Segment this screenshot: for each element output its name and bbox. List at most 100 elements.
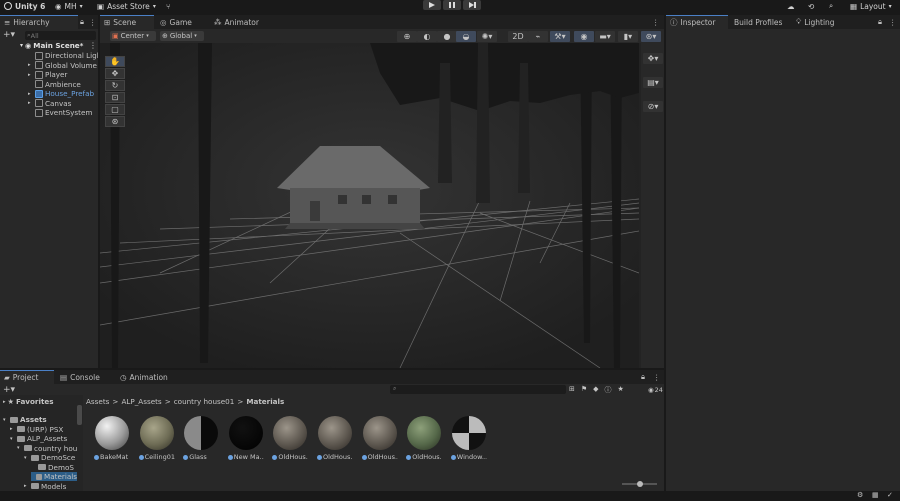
scene-more-icon[interactable]: ⋮ xyxy=(89,41,97,50)
project-tree-item[interactable]: DemoS xyxy=(31,463,74,472)
project-tree-item[interactable]: ▾ DemoSce xyxy=(24,453,75,462)
asset-item[interactable]: New Ma... xyxy=(227,416,264,464)
cloud-icon[interactable]: ☁ xyxy=(787,0,795,12)
lock-icon[interactable]: 🔒︎ xyxy=(80,15,88,29)
project-tree-item[interactable]: ▾ ALP_Assets xyxy=(10,434,67,443)
add-button[interactable]: +▾ xyxy=(3,30,15,40)
project-tree-item[interactable]: ▾ country hou xyxy=(17,444,77,453)
shaded-icon[interactable]: ● xyxy=(437,31,457,42)
audio-toggle-icon[interactable]: ⌁ xyxy=(528,31,548,42)
gizmos-menu-icon[interactable]: ⊛▾ xyxy=(641,31,661,42)
hand-tool-icon[interactable]: ✋ xyxy=(105,56,125,67)
debug-icon[interactable]: ▦ xyxy=(872,491,879,499)
search-by-label-icon[interactable]: ⚑ xyxy=(581,385,587,395)
tools-overlay-icon[interactable]: ⚒▾ xyxy=(550,31,570,42)
camera-settings-icon[interactable]: ▮▾ xyxy=(618,31,638,42)
search-by-type-icon[interactable]: ⊞ xyxy=(569,385,575,395)
snap-icon[interactable]: ✥▾ xyxy=(643,53,663,64)
chevron-down-icon[interactable]: ▾ xyxy=(24,455,29,461)
more-menu-icon[interactable]: ⋮ xyxy=(889,15,899,29)
project-search-input[interactable]: ⌕ xyxy=(390,385,566,394)
pivot-dropdown[interactable]: ▣ Center ▾ xyxy=(110,31,156,41)
breadcrumb-item[interactable]: country house01 xyxy=(174,397,235,406)
2d-toggle-icon[interactable]: 2D xyxy=(508,31,528,42)
asset-item[interactable]: OldHous... xyxy=(406,416,442,464)
asset-item[interactable]: BakeMat xyxy=(94,416,130,464)
lighting-toggle-icon[interactable]: ◐ xyxy=(417,31,437,42)
chevron-right-icon[interactable]: ▸ xyxy=(28,62,33,68)
hierarchy-item[interactable]: ▸ House_Prefab xyxy=(28,89,94,98)
lock-icon[interactable]: 🔒︎ xyxy=(641,370,650,384)
search-icon[interactable]: ⌕ xyxy=(829,0,833,12)
check-icon[interactable]: ✓ xyxy=(887,491,893,499)
hierarchy-item[interactable]: Directional Light xyxy=(28,51,98,60)
rotate-tool-icon[interactable]: ↻ xyxy=(105,80,125,91)
tab-hierarchy[interactable]: ≡ Hierarchy xyxy=(0,15,78,29)
info-icon[interactable]: ⓘ xyxy=(605,385,612,395)
asset-store-menu[interactable]: ▣ Asset Store ▾ xyxy=(97,0,156,12)
account-menu[interactable]: ◉ MH ▾ xyxy=(55,0,83,12)
draw-mode-icon[interactable]: ▬▾ xyxy=(595,31,615,42)
progress-icon[interactable]: ⚙ xyxy=(857,491,863,499)
chevron-right-icon[interactable]: ▸ xyxy=(28,72,33,78)
hierarchy-item[interactable]: ▸ Canvas xyxy=(28,99,71,108)
tab-lighting[interactable]: 💡︎ Lighting xyxy=(792,15,842,29)
asset-item[interactable]: OldHous... xyxy=(317,416,353,464)
project-tree-item[interactable]: ▸ (URP) PSX xyxy=(10,425,63,434)
hierarchy-item[interactable]: ▸ Global Volume xyxy=(28,61,97,70)
create-button[interactable]: +▾ xyxy=(3,385,15,395)
chevron-down-icon[interactable]: ▸ xyxy=(24,483,29,489)
project-tree-item[interactable]: ▾ Assets xyxy=(3,415,47,424)
tab-animation[interactable]: ◷ Animation xyxy=(116,370,182,384)
space-dropdown[interactable]: ⊕ Global ▾ xyxy=(160,31,204,41)
hidden-count[interactable]: ◉ 24 xyxy=(648,386,663,394)
asset-item[interactable]: Window... xyxy=(450,416,487,464)
chevron-right-icon[interactable]: ▸ xyxy=(28,100,33,106)
gizmo-toggle-icon[interactable]: ⊕ xyxy=(397,31,417,42)
chevron-down-icon[interactable]: ▾ xyxy=(17,445,22,451)
tab-build-profiles[interactable]: Build Profiles xyxy=(730,15,790,29)
tree-scrollbar[interactable] xyxy=(77,405,82,425)
hierarchy-search-input[interactable]: ⌕ All xyxy=(25,31,96,40)
asset-item[interactable]: OldHous... xyxy=(361,416,398,464)
asset-item[interactable]: Ceiling01 xyxy=(138,416,175,464)
history-icon[interactable]: ⟲ xyxy=(808,0,814,12)
more-menu-icon[interactable]: ⋮ xyxy=(89,15,97,29)
tab-scene[interactable]: ⊞ Scene xyxy=(100,15,154,29)
transform-tool-icon[interactable]: ⊛ xyxy=(105,116,125,127)
more-menu-icon[interactable]: ⋮ xyxy=(653,370,662,384)
layout-menu[interactable]: ▦ Layout ▾ xyxy=(850,0,892,12)
tab-game[interactable]: ◎ Game xyxy=(156,15,198,29)
chevron-down-icon[interactable]: ▾ xyxy=(10,436,15,442)
zoom-slider-handle[interactable] xyxy=(637,481,643,487)
play-button[interactable] xyxy=(423,0,441,10)
chevron-right-icon[interactable]: ▸ xyxy=(28,91,33,97)
project-tree-item[interactable]: Materials xyxy=(31,472,77,481)
chevron-down-icon[interactable]: ▸ xyxy=(10,426,15,432)
visibility-icon[interactable]: ◉ xyxy=(574,31,594,42)
breadcrumb-item[interactable]: Assets xyxy=(86,397,109,406)
render-mode-icon[interactable]: ◒ xyxy=(456,31,476,42)
orientation-icon[interactable]: ⊘▾ xyxy=(643,101,663,112)
asset-item[interactable]: Glass xyxy=(183,416,219,464)
more-menu-icon[interactable]: ⋮ xyxy=(652,15,662,29)
lock-icon[interactable]: 🔒︎ xyxy=(878,15,888,29)
tab-inspector[interactable]: ⓘ Inspector xyxy=(666,15,728,29)
version-control-icon[interactable]: ⑂ xyxy=(166,0,171,12)
scale-tool-icon[interactable]: ⊡ xyxy=(105,92,125,103)
move-tool-icon[interactable]: ✥ xyxy=(105,68,125,79)
rect-tool-icon[interactable]: ▢ xyxy=(105,104,125,115)
star-icon[interactable]: ★ xyxy=(618,385,624,395)
chevron-down-icon[interactable]: ▾ xyxy=(3,417,8,423)
step-button[interactable] xyxy=(463,0,481,10)
scene-viewport[interactable]: ✋ ✥ ↻ ⊡ ▢ ⊛ xyxy=(100,43,639,368)
breadcrumb-item[interactable]: Materials xyxy=(246,397,284,406)
tab-animator[interactable]: ⁂ Animator xyxy=(210,15,270,29)
camera-icon[interactable]: ▤▾ xyxy=(643,77,663,88)
favorites-item[interactable]: ▸ ★ Favorites xyxy=(3,397,54,406)
tab-project[interactable]: ▰ Project xyxy=(0,370,54,384)
effects-icon[interactable]: ✺▾ xyxy=(477,31,497,42)
tab-console[interactable]: ▤ Console xyxy=(56,370,112,384)
hierarchy-item[interactable]: EventSystem xyxy=(28,108,92,117)
hierarchy-item[interactable]: Ambience xyxy=(28,80,81,89)
